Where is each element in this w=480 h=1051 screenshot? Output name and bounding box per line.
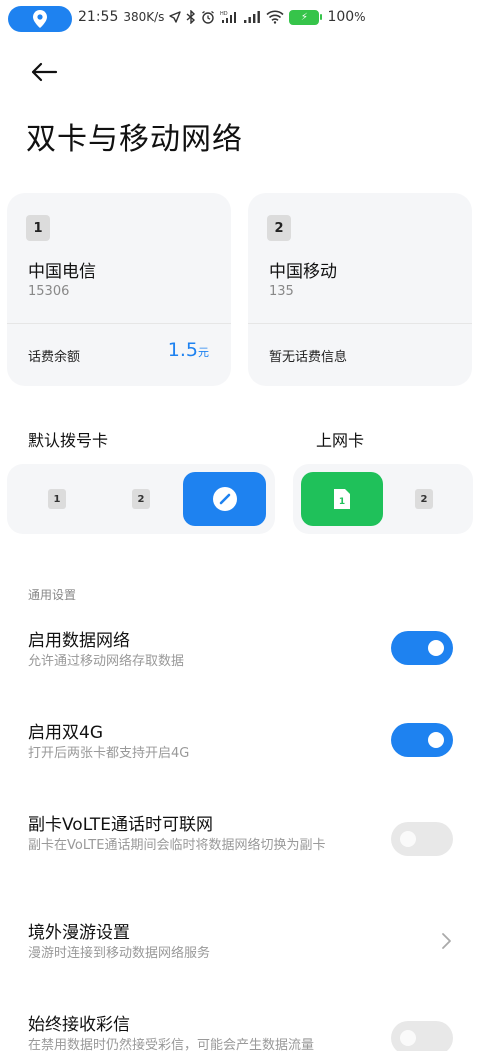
status-info: 21:55 380K/s HD ⚡ 100%	[78, 9, 366, 25]
ask-each-time-icon	[212, 487, 237, 511]
setting-subtitle: 允许通过移动网络存取数据	[28, 654, 185, 669]
setting-title: 境外漫游设置	[28, 923, 130, 943]
sim-carrier: 中国移动	[269, 262, 337, 282]
alarm-icon	[202, 10, 215, 24]
setting-title: 启用数据网络	[28, 631, 130, 651]
setting-row-roaming[interactable]: 境外漫游设置 漫游时连接到移动数据网络服务	[0, 912, 480, 982]
status-speed: 380K/s	[123, 10, 165, 24]
setting-subtitle: 在禁用数据时仍然接受彩信，可能会产生数据流量	[28, 1038, 315, 1051]
page-title: 双卡与移动网络	[26, 122, 243, 157]
sim-chip-2: 2	[415, 489, 433, 509]
location-icon	[33, 10, 47, 28]
sim-number: 135	[269, 284, 294, 299]
status-bar: 21:55 380K/s HD ⚡ 100%	[0, 0, 480, 38]
default-dial-label: 默认拨号卡	[28, 431, 109, 450]
setting-row-mms[interactable]: 始终接收彩信 在禁用数据时仍然接受彩信，可能会产生数据流量	[0, 1004, 480, 1051]
svg-text:HD: HD	[220, 11, 228, 17]
setting-row-volte-data[interactable]: 副卡VoLTE通话时可联网 副卡在VoLTE通话期间会临时将数据网络切换为副卡	[0, 804, 480, 894]
setting-row-data-network[interactable]: 启用数据网络 允许通过移动网络存取数据	[0, 620, 480, 690]
chevron-right-icon	[442, 933, 451, 949]
mms-toggle[interactable]	[391, 1021, 453, 1051]
sim-card-1[interactable]: 1 中国电信 15306 话费余额 1.5元	[7, 193, 231, 386]
section-header-general: 通用设置	[28, 588, 77, 602]
setting-subtitle: 漫游时连接到移动数据网络服务	[28, 946, 211, 961]
status-time: 21:55	[78, 9, 119, 25]
default-dial-option-2[interactable]: 2	[99, 472, 183, 526]
data-sim-selector: 1 2	[293, 464, 473, 534]
battery-icon: ⚡	[289, 9, 323, 25]
bluetooth-icon	[186, 10, 196, 24]
navigation-icon	[169, 11, 182, 23]
wifi-icon	[266, 10, 284, 24]
default-dial-selector: 1 2	[7, 464, 275, 534]
data-sim-option-2[interactable]: 2	[383, 472, 465, 526]
sim-balance-value: 1.5元	[167, 339, 209, 361]
default-dial-option-1[interactable]: 1	[15, 472, 99, 526]
battery-level: 100%	[327, 9, 366, 25]
setting-title: 副卡VoLTE通话时可联网	[28, 815, 213, 835]
back-button[interactable]	[26, 56, 62, 88]
sim-divider	[7, 323, 231, 324]
setting-title: 启用双4G	[28, 723, 103, 743]
setting-subtitle: 副卡在VoLTE通话期间会临时将数据网络切换为副卡	[28, 838, 326, 853]
location-pill[interactable]	[8, 6, 72, 32]
data-network-toggle[interactable]	[391, 631, 453, 665]
sim-balance-label: 暂无话费信息	[269, 350, 348, 365]
sim-divider	[248, 323, 472, 324]
sim-card-icon: 1	[334, 489, 350, 509]
svg-text:1: 1	[339, 497, 345, 507]
sim-chip-2: 2	[132, 489, 150, 509]
signal-icon	[244, 11, 261, 23]
sim-number: 15306	[28, 284, 70, 299]
sim-carrier: 中国电信	[28, 262, 96, 282]
sim-card-2[interactable]: 2 中国移动 135 暂无话费信息	[248, 193, 472, 386]
back-arrow-icon	[31, 62, 58, 82]
data-sim-label: 上网卡	[316, 431, 365, 450]
sim-slot-badge: 2	[267, 215, 291, 241]
setting-title: 始终接收彩信	[28, 1015, 130, 1035]
volte-data-toggle[interactable]	[391, 822, 453, 856]
default-dial-option-auto[interactable]	[183, 472, 266, 526]
setting-subtitle: 打开后两张卡都支持开启4G	[28, 746, 190, 761]
sim-slot-badge: 1	[26, 215, 50, 241]
setting-row-dual-4g[interactable]: 启用双4G 打开后两张卡都支持开启4G	[0, 712, 480, 782]
hd-signal-icon: HD	[220, 11, 237, 23]
dual-4g-toggle[interactable]	[391, 723, 453, 757]
sim-chip-1: 1	[48, 489, 66, 509]
sim-balance-label: 话费余额	[28, 350, 81, 365]
data-sim-option-1[interactable]: 1	[301, 472, 383, 526]
